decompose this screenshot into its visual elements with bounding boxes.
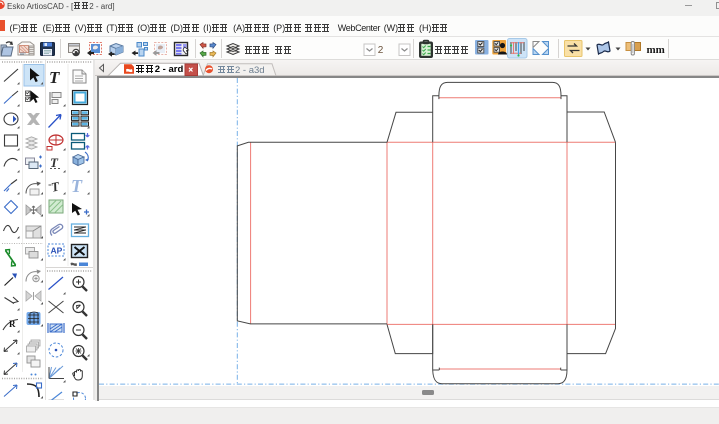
svg-text:T: T (50, 155, 59, 170)
svg-text:R: R (9, 319, 16, 329)
svg-text:T: T (50, 178, 62, 195)
svg-text:T: T (49, 68, 60, 87)
svg-text:AP: AP (51, 246, 63, 256)
svg-text:T: T (71, 176, 83, 196)
